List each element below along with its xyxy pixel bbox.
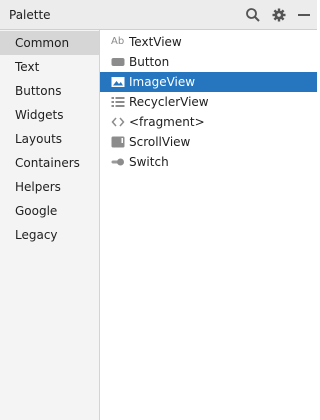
- category-legacy[interactable]: Legacy: [0, 223, 99, 247]
- widget-item-button[interactable]: Button: [100, 52, 317, 72]
- category-layouts[interactable]: Layouts: [0, 127, 99, 151]
- switch-icon: [111, 155, 125, 169]
- recyclerview-icon: [111, 95, 125, 109]
- search-icon[interactable]: [245, 7, 261, 23]
- textview-icon: Ab: [111, 36, 125, 47]
- widget-label: <fragment>: [129, 115, 205, 129]
- category-widgets[interactable]: Widgets: [0, 103, 99, 127]
- category-text[interactable]: Text: [0, 55, 99, 79]
- widget-label: ScrollView: [129, 135, 191, 149]
- panel-title: Palette: [9, 8, 51, 22]
- widget-label: TextView: [129, 35, 182, 49]
- widget-label: Button: [129, 55, 170, 69]
- widget-item-scrollview[interactable]: ScrollView: [100, 132, 317, 152]
- category-helpers[interactable]: Helpers: [0, 175, 99, 199]
- button-icon: [111, 55, 125, 69]
- category-buttons[interactable]: Buttons: [0, 79, 99, 103]
- category-containers[interactable]: Containers: [0, 151, 99, 175]
- widget-item-textview[interactable]: Ab TextView: [100, 32, 317, 52]
- minimize-icon[interactable]: [296, 7, 312, 23]
- imageview-icon: [111, 75, 125, 89]
- widget-label: ImageView: [129, 75, 196, 89]
- scrollview-icon: [111, 135, 125, 149]
- gear-icon[interactable]: [271, 7, 287, 23]
- widget-item-fragment[interactable]: <fragment>: [100, 112, 317, 132]
- widget-item-imageview[interactable]: ImageView: [100, 72, 317, 92]
- palette-header: Palette: [0, 0, 317, 30]
- category-common[interactable]: Common: [0, 31, 99, 55]
- widget-label: RecyclerView: [129, 95, 209, 109]
- widget-list: Ab TextView Button ImageView RecyclerVie…: [100, 30, 317, 420]
- category-google[interactable]: Google: [0, 199, 99, 223]
- category-sidebar: Common Text Buttons Widgets Layouts Cont…: [0, 30, 100, 420]
- widget-label: Switch: [129, 155, 169, 169]
- widget-item-recyclerview[interactable]: RecyclerView: [100, 92, 317, 112]
- fragment-icon: [111, 115, 125, 129]
- widget-item-switch[interactable]: Switch: [100, 152, 317, 172]
